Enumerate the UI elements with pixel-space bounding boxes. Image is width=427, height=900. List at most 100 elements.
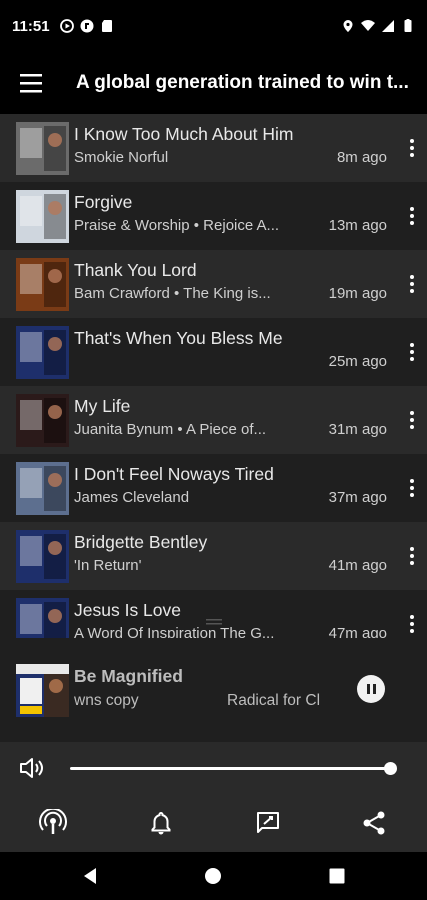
- track-title: That's When You Bless Me: [74, 327, 283, 348]
- message-button[interactable]: [253, 808, 283, 838]
- status-time: 11:51: [12, 17, 50, 35]
- share-button[interactable]: [359, 808, 389, 838]
- track-more-button[interactable]: [399, 250, 425, 318]
- track-artwork: [16, 529, 69, 583]
- track-title: Bridgette Bentley: [74, 531, 208, 552]
- track-artwork: [16, 257, 69, 311]
- now-playing-subtitle: wns copy: [74, 691, 139, 709]
- volume-bar: [0, 742, 427, 794]
- app-title: A global generation trained to win t...: [76, 72, 409, 93]
- pause-icon: [366, 684, 370, 694]
- share-icon: [363, 811, 385, 835]
- track-artwork: [16, 325, 69, 379]
- signal-icon: [382, 20, 394, 32]
- volume-icon[interactable]: [18, 754, 46, 782]
- track-title: Thank You Lord: [74, 259, 197, 280]
- track-more-button[interactable]: [399, 454, 425, 522]
- track-row[interactable]: That's When You Bless Me 25m ago: [0, 318, 427, 386]
- message-icon: [257, 812, 279, 833]
- now-playing-artwork: [16, 663, 69, 717]
- track-time: 19m ago: [328, 284, 387, 302]
- more-vert-icon: [410, 411, 414, 429]
- app-notification-icon: [80, 19, 94, 33]
- track-row[interactable]: I Know Too Much About Him Smokie Norful …: [0, 114, 427, 182]
- track-more-button[interactable]: [399, 318, 425, 386]
- notifications-button[interactable]: [146, 808, 176, 838]
- media-notification-icon: [59, 19, 74, 33]
- track-subtitle: Juanita Bynum • A Piece of...: [74, 420, 267, 438]
- track-artwork: [16, 461, 69, 515]
- track-artwork: [16, 189, 69, 243]
- now-playing-bar[interactable]: Be Magnified wns copy Radical for Cl: [0, 638, 427, 742]
- more-vert-icon: [410, 479, 414, 497]
- wifi-icon: [361, 20, 375, 31]
- track-more-button[interactable]: [399, 522, 425, 590]
- track-title: My Life: [74, 395, 131, 416]
- track-time: 47m ago: [328, 624, 387, 639]
- track-subtitle: Praise & Worship • Rejoice A...: [74, 216, 280, 234]
- menu-button[interactable]: [0, 52, 62, 114]
- track-text: My Life Juanita Bynum • A Piece of... 31…: [74, 394, 399, 447]
- track-subtitle: Smokie Norful: [74, 148, 169, 166]
- status-system-icons: [341, 19, 415, 33]
- drag-handle-icon: [206, 619, 222, 625]
- more-vert-icon: [410, 275, 414, 293]
- track-title: I Don't Feel Noways Tired: [74, 463, 274, 484]
- track-row[interactable]: Thank You Lord Bam Crawford • The King i…: [0, 250, 427, 318]
- track-subtitle: Bam Crawford • The King is...: [74, 284, 271, 302]
- track-text: Bridgette Bentley 'In Return' 41m ago: [74, 530, 399, 583]
- now-playing-subtitle-scroll: Radical for Cl: [227, 691, 321, 709]
- track-time: 41m ago: [328, 556, 387, 574]
- nav-back-button[interactable]: [78, 864, 102, 888]
- now-playing-text: Be Magnified wns copy Radical for Cl: [74, 664, 329, 717]
- podcast-icon: [39, 809, 67, 834]
- more-vert-icon: [410, 139, 414, 157]
- track-subtitle: A Word Of Inspiration The G...: [74, 624, 275, 639]
- app-bar: A global generation trained to win t...: [0, 52, 427, 114]
- track-text: I Know Too Much About Him Smokie Norful …: [74, 122, 399, 175]
- track-time: 37m ago: [328, 488, 387, 506]
- bell-icon: [151, 811, 171, 835]
- track-title: Forgive: [74, 191, 133, 212]
- track-time: 25m ago: [328, 352, 387, 370]
- track-time: 13m ago: [328, 216, 387, 234]
- track-text: Jesus Is Love A Word Of Inspiration The …: [74, 598, 399, 639]
- bottom-actions: [0, 794, 427, 852]
- battery-icon: [404, 19, 412, 32]
- status-notification-icons: [59, 19, 114, 33]
- system-nav-bar: [0, 852, 427, 900]
- track-artwork: [16, 597, 69, 638]
- pause-button[interactable]: [357, 675, 385, 703]
- track-row[interactable]: Bridgette Bentley 'In Return' 41m ago: [0, 522, 427, 590]
- track-row[interactable]: Jesus Is Love A Word Of Inspiration The …: [0, 590, 427, 638]
- volume-slider[interactable]: [70, 767, 390, 770]
- track-subtitle: James Cleveland: [74, 488, 190, 506]
- now-playing-title: Be Magnified: [74, 665, 183, 686]
- status-bar: 11:51: [0, 0, 427, 52]
- track-more-button[interactable]: [399, 386, 425, 454]
- track-time: 8m ago: [336, 148, 387, 166]
- track-text: I Don't Feel Noways Tired James Clevelan…: [74, 462, 399, 515]
- nav-recents-button[interactable]: [325, 864, 349, 888]
- more-vert-icon: [410, 547, 414, 565]
- track-row[interactable]: I Don't Feel Noways Tired James Clevelan…: [0, 454, 427, 522]
- track-row[interactable]: My Life Juanita Bynum • A Piece of... 31…: [0, 386, 427, 454]
- track-text: That's When You Bless Me 25m ago: [74, 326, 399, 379]
- track-more-button[interactable]: [399, 590, 425, 638]
- track-row[interactable]: Forgive Praise & Worship • Rejoice A... …: [0, 182, 427, 250]
- location-icon: [343, 20, 353, 32]
- pause-icon-bar: [372, 684, 376, 694]
- track-more-button[interactable]: [399, 114, 425, 182]
- volume-slider-thumb[interactable]: [384, 762, 397, 775]
- track-title: I Know Too Much About Him: [74, 123, 294, 144]
- podcast-button[interactable]: [38, 808, 68, 838]
- track-artwork: [16, 121, 69, 175]
- track-more-button[interactable]: [399, 182, 425, 250]
- track-text: Forgive Praise & Worship • Rejoice A... …: [74, 190, 399, 243]
- nav-home-button[interactable]: [201, 864, 225, 888]
- more-vert-icon: [410, 615, 414, 633]
- track-text: Thank You Lord Bam Crawford • The King i…: [74, 258, 399, 311]
- track-artwork: [16, 393, 69, 447]
- track-list[interactable]: I Know Too Much About Him Smokie Norful …: [0, 114, 427, 638]
- menu-icon: [20, 74, 42, 93]
